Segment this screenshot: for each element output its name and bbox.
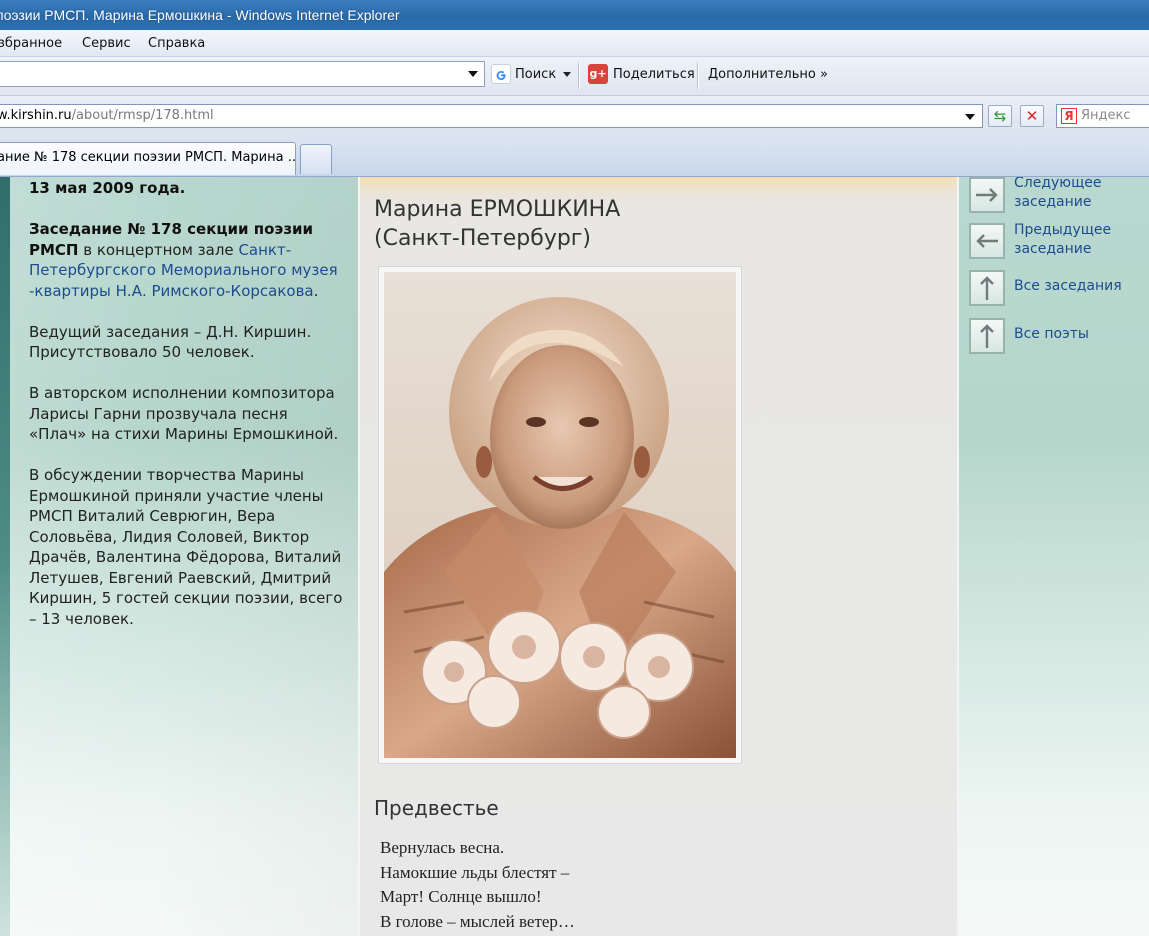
prev-label-line: Предыдущее <box>1014 222 1112 238</box>
arrow-left-icon[interactable] <box>969 223 1005 259</box>
url-path: /about/rmsp/178.html <box>71 108 214 123</box>
menu-favorites[interactable]: збранное <box>0 36 62 51</box>
poet-heading: Марина ЕРМОШКИНА (Санкт-Петербург) <box>374 195 620 253</box>
google-g-icon <box>491 64 511 84</box>
content-column: Марина ЕРМОШКИНА (Санкт-Петербург) Предв… <box>358 177 959 936</box>
arrow-up-icon[interactable] <box>969 270 1005 306</box>
next-label-line: заседание <box>1014 194 1092 210</box>
tab-label: ание № 178 секции поэзии РМСП. Марина ..… <box>0 150 296 165</box>
google-plus-icon: g+ <box>588 64 608 84</box>
prev-meeting-label[interactable]: Предыдущее заседание <box>1014 221 1111 259</box>
poet-name: Марина ЕРМОШКИНА <box>374 197 621 222</box>
arrow-up-icon[interactable] <box>969 318 1005 354</box>
yandex-logo-icon: Я <box>1061 108 1077 124</box>
arrow-right-icon[interactable] <box>969 177 1005 213</box>
meeting-date: 13 мая 2009 года. <box>29 179 186 197</box>
refresh-icon[interactable]: ⇆ <box>988 105 1012 127</box>
meeting-song: В авторском исполнении композитора Ларис… <box>29 384 339 443</box>
poem-line: Март! Солнце вышло! <box>380 887 542 906</box>
prev-label-line: заседание <box>1014 241 1092 257</box>
url-host: w.kirshin.ru <box>0 108 72 123</box>
poem-line: Вернулась весна. <box>380 838 505 857</box>
toolbar-separator <box>578 63 580 89</box>
browser-window: поэзии РМСП. Марина Ермошкина - Windows … <box>0 0 1149 936</box>
toolbar-search-input[interactable] <box>0 61 485 87</box>
poem-line: В голове – мыслей ветер… <box>380 911 575 931</box>
poem-text: Вернулась весна. Намокшие льды блестят –… <box>380 836 575 934</box>
meeting-text: в концертном зале <box>78 240 239 259</box>
poet-photo <box>378 266 742 764</box>
menu-help[interactable]: Справка <box>148 36 205 51</box>
chevron-down-icon[interactable] <box>563 72 571 77</box>
more-button[interactable]: Дополнительно » <box>708 67 828 82</box>
address-input[interactable]: w.kirshin.ru/about/rmsp/178.html <box>0 104 983 128</box>
tab-active[interactable]: ание № 178 секции поэзии РМСП. Марина ..… <box>0 142 296 175</box>
new-tab-button[interactable] <box>300 144 332 174</box>
next-meeting-label[interactable]: Следующее заседание <box>1014 177 1102 212</box>
toolbar-search-button[interactable]: Поиск <box>515 67 556 82</box>
all-poets-label[interactable]: Все поэты <box>1014 325 1089 344</box>
menu-tools[interactable]: Сервис <box>82 36 131 51</box>
yandex-search-input[interactable]: Я Яндекс <box>1056 104 1149 128</box>
chevron-down-icon[interactable] <box>468 71 478 77</box>
toolbar-separator <box>697 63 699 89</box>
poem-line: Намокшие льды блестят – <box>380 862 570 882</box>
meeting-discussion: В обсуждении творчества Марины Ермошкино… <box>29 466 343 628</box>
menu-bar: збранное Сервис Справка <box>0 30 1149 57</box>
title-bar: поэзии РМСП. Марина Ермошкина - Windows … <box>0 0 1149 30</box>
window-title: поэзии РМСП. Марина Ермошкина - Windows … <box>0 7 400 23</box>
poem-title: Предвестье <box>374 796 499 820</box>
address-bar: w.kirshin.ru/about/rmsp/178.html ⇆ ✕ Я Ян… <box>0 96 1149 139</box>
google-toolbar: Поиск g+ Поделиться Дополнительно » <box>0 57 1149 96</box>
nav-column: Следующее заседание Предыдущее заседание… <box>959 177 1149 936</box>
share-button[interactable]: Поделиться <box>613 67 695 82</box>
web-page: 13 мая 2009 года. Заседание № 178 секции… <box>0 177 1149 936</box>
poet-city: (Санкт-Петербург) <box>374 226 591 251</box>
yandex-placeholder: Яндекс <box>1081 108 1131 123</box>
meeting-info: 13 мая 2009 года. Заседание № 178 секции… <box>29 178 347 650</box>
tab-bar: ание № 178 секции поэзии РМСП. Марина ..… <box>0 138 1149 177</box>
meeting-host: Ведущий заседания – Д.Н. Киршин. Присутс… <box>29 322 312 362</box>
stop-icon[interactable]: ✕ <box>1020 105 1044 127</box>
portrait-image <box>384 272 736 758</box>
next-label-line: Следующее <box>1014 177 1102 191</box>
all-meetings-label[interactable]: Все заседания <box>1014 277 1122 296</box>
decorative-strip <box>0 177 10 936</box>
chevron-down-icon[interactable] <box>965 114 975 120</box>
